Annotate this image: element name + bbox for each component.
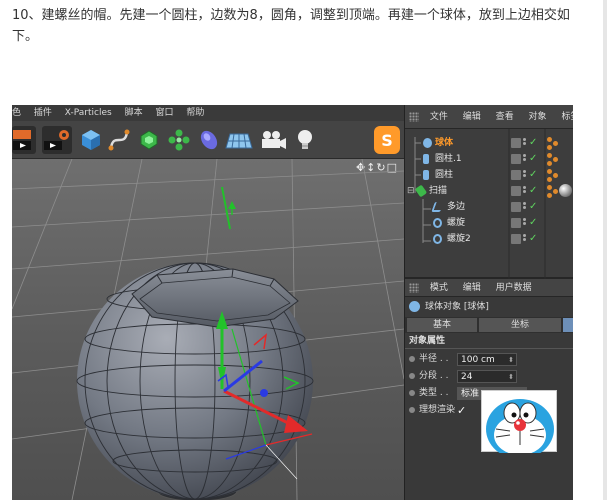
object-properties-header: 对象属性 bbox=[405, 333, 573, 349]
om-menu-objects[interactable]: 对象 bbox=[529, 112, 547, 122]
script-badge-letter: S bbox=[381, 130, 393, 150]
menu-item-help[interactable]: 帮助 bbox=[186, 108, 204, 118]
tab-basic[interactable]: 基本 bbox=[407, 318, 477, 332]
material-tag-icon[interactable] bbox=[559, 184, 572, 197]
om-menu-edit[interactable]: 编辑 bbox=[463, 112, 481, 122]
object-manager-list: 球体 ✓ 圆柱.1 ✓ 圆柱 ✓ ⊟ 扫描 ✓ 多边 ✓ 螺旋 ✓ 螺旋2 ✓ bbox=[405, 129, 573, 279]
cylinder-icon bbox=[423, 170, 429, 180]
segments-input[interactable]: 24 ⬍ bbox=[457, 370, 517, 383]
tab-object-active[interactable] bbox=[563, 318, 573, 332]
property-label: 理想渲染 bbox=[419, 405, 456, 415]
object-flags[interactable]: ✓ bbox=[511, 185, 545, 196]
nurbs-icon[interactable] bbox=[136, 126, 162, 154]
object-flags[interactable]: ✓ bbox=[511, 153, 545, 164]
script-badge-icon[interactable]: S bbox=[374, 126, 400, 154]
deformer-icon[interactable] bbox=[196, 126, 222, 154]
floor-plane-icon[interactable] bbox=[224, 126, 254, 154]
phong-tag-icon[interactable] bbox=[547, 169, 559, 182]
sphere-icon bbox=[423, 138, 432, 148]
main-toolbar: S bbox=[12, 121, 404, 159]
helix-icon bbox=[433, 234, 442, 244]
om-menu-view[interactable]: 查看 bbox=[496, 112, 514, 122]
object-row-cylinder[interactable]: 圆柱 ✓ bbox=[405, 167, 573, 183]
object-row-cylinder-1[interactable]: 圆柱.1 ✓ bbox=[405, 151, 573, 167]
am-menu-user-data[interactable]: 用户数据 bbox=[496, 283, 532, 293]
object-row-sphere[interactable]: 球体 ✓ bbox=[405, 135, 573, 151]
panel-grip-icon[interactable] bbox=[409, 282, 419, 293]
polygon-spline-icon bbox=[431, 202, 444, 212]
render-perfect-checkbox[interactable]: ✓ bbox=[457, 402, 466, 419]
object-name: 扫描 bbox=[429, 186, 448, 196]
3d-viewport[interactable]: ✥↕↻□ bbox=[12, 159, 404, 500]
menu-item-color[interactable]: 色 bbox=[12, 108, 21, 118]
object-flags[interactable]: ✓ bbox=[511, 201, 545, 212]
array-icon[interactable] bbox=[166, 126, 192, 154]
phong-tag-icon[interactable] bbox=[547, 153, 559, 166]
menu-item-x-particles[interactable]: X-Particles bbox=[65, 108, 112, 118]
property-label: 类型 . . bbox=[419, 388, 449, 398]
object-name: 多边 bbox=[447, 202, 466, 212]
viewport-scene bbox=[12, 159, 404, 500]
menu-item-plugins[interactable]: 插件 bbox=[34, 108, 52, 118]
attribute-object-title-text: 球体对象 [球体] bbox=[425, 302, 489, 312]
panel-grip-icon[interactable] bbox=[409, 111, 419, 122]
object-flags[interactable]: ✓ bbox=[511, 137, 545, 148]
am-menu-edit[interactable]: 编辑 bbox=[463, 283, 481, 293]
object-row-polygon[interactable]: 多边 ✓ bbox=[405, 199, 573, 215]
property-segments: 分段 . . 24 ⬍ bbox=[405, 368, 573, 385]
animation-dot-icon[interactable] bbox=[409, 373, 415, 379]
object-manager-menubar: 文件 编辑 查看 对象 标签 bbox=[405, 105, 573, 129]
main-menubar: 色 插件 X-Particles 脚本 窗口 帮助 bbox=[12, 105, 404, 121]
spline-pen-icon[interactable] bbox=[106, 126, 132, 154]
object-name: 圆柱.1 bbox=[435, 154, 462, 164]
animation-dot-icon[interactable] bbox=[409, 390, 415, 396]
object-name: 螺旋2 bbox=[447, 234, 471, 244]
attribute-object-title: 球体对象 [球体] bbox=[405, 297, 573, 317]
render-region-icon[interactable] bbox=[12, 126, 36, 154]
page: 10、建螺丝的帽。先建一个圆柱，边数为8，圆角，调整到顶端。再建一个球体，放到上… bbox=[0, 0, 607, 500]
object-flags[interactable]: ✓ bbox=[511, 217, 545, 228]
property-label: 半径 . . bbox=[419, 354, 449, 364]
property-label: 分段 . . bbox=[419, 371, 449, 381]
cylinder-icon bbox=[423, 154, 429, 164]
object-name: 球体 bbox=[435, 138, 454, 148]
phong-tag-icon[interactable] bbox=[547, 137, 559, 150]
helix-icon bbox=[433, 218, 442, 228]
am-menu-mode[interactable]: 模式 bbox=[430, 283, 448, 293]
object-row-helix[interactable]: 螺旋 ✓ bbox=[405, 215, 573, 231]
object-row-helix-2[interactable]: 螺旋2 ✓ bbox=[405, 231, 573, 247]
object-name: 螺旋 bbox=[447, 218, 466, 228]
cube-icon[interactable] bbox=[78, 126, 104, 154]
page-scrollbar[interactable] bbox=[603, 0, 607, 500]
sweep-icon bbox=[414, 184, 428, 198]
render-settings-icon[interactable] bbox=[42, 126, 72, 154]
article-text: 10、建螺丝的帽。先建一个圆柱，边数为8，圆角，调整到顶端。再建一个球体，放到上… bbox=[12, 8, 570, 44]
doraemon-avatar bbox=[481, 390, 557, 459]
animation-dot-icon[interactable] bbox=[409, 407, 415, 413]
attribute-tabs: 基本 坐标 bbox=[405, 317, 573, 333]
om-menu-tags[interactable]: 标签 bbox=[561, 112, 573, 122]
collapse-toggle-icon[interactable]: ⊟ bbox=[407, 183, 415, 199]
radius-input[interactable]: 100 cm ⬍ bbox=[457, 353, 517, 366]
property-radius: 半径 . . 100 cm ⬍ bbox=[405, 351, 573, 368]
attribute-manager-menubar: 模式 编辑 用户数据 bbox=[405, 279, 573, 297]
menu-item-script[interactable]: 脚本 bbox=[125, 108, 143, 118]
phong-tag-icon[interactable] bbox=[547, 185, 559, 198]
spinner-icon[interactable]: ⬍ bbox=[508, 371, 514, 384]
spinner-icon[interactable]: ⬍ bbox=[508, 354, 514, 367]
tab-coordinates[interactable]: 坐标 bbox=[479, 318, 561, 332]
object-flags[interactable]: ✓ bbox=[511, 233, 545, 244]
object-row-sweep[interactable]: ⊟ 扫描 ✓ bbox=[405, 183, 573, 199]
camera-icon[interactable] bbox=[258, 126, 288, 154]
animation-dot-icon[interactable] bbox=[409, 356, 415, 362]
light-bulb-icon[interactable] bbox=[292, 126, 318, 154]
object-name: 圆柱 bbox=[435, 170, 454, 180]
object-flags[interactable]: ✓ bbox=[511, 169, 545, 180]
menu-item-window[interactable]: 窗口 bbox=[155, 108, 173, 118]
sphere-icon bbox=[409, 301, 420, 312]
om-menu-file[interactable]: 文件 bbox=[430, 112, 448, 122]
